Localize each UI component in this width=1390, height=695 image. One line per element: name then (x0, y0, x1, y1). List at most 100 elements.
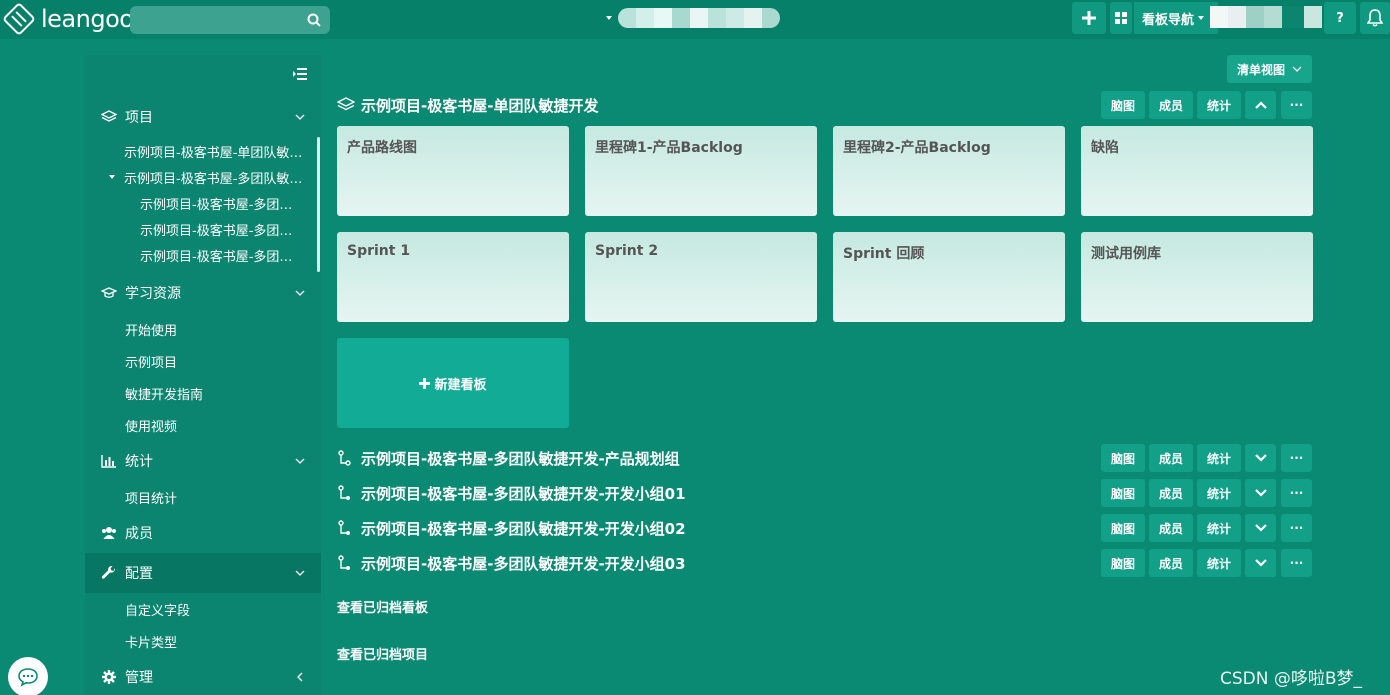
mindmap-button[interactable]: 脑图 (1101, 479, 1145, 507)
blurred-username (618, 8, 780, 28)
expand-button[interactable] (1245, 444, 1276, 472)
chevron-down-icon (1254, 559, 1267, 567)
more-button[interactable]: ··· (1281, 479, 1312, 507)
logo[interactable]: leangoo (2, 2, 134, 36)
stats-button[interactable]: 统计 (1197, 479, 1241, 507)
mindmap-button[interactable]: 脑图 (1101, 514, 1145, 542)
board-card[interactable]: Sprint 回顾 (833, 232, 1065, 322)
members-button[interactable]: 成员 (1149, 444, 1193, 472)
chevron-down-icon (1254, 489, 1267, 497)
mindmap-button[interactable]: 脑图 (1101, 549, 1145, 577)
collapse-button[interactable] (1245, 91, 1276, 119)
chevron-down-icon (295, 290, 305, 296)
expand-button[interactable] (1245, 549, 1276, 577)
more-button[interactable]: ··· (1281, 514, 1312, 542)
expand-button[interactable] (1245, 479, 1276, 507)
gear-icon (101, 669, 117, 685)
sidebar-learning-item[interactable]: 敏捷开发指南 (125, 384, 203, 403)
sidebar-section-label: 管理 (125, 670, 153, 686)
sub-project-title[interactable]: 示例项目-极客书屋-多团队敏捷开发-开发小组01 (337, 482, 686, 504)
board-card[interactable]: Sprint 2 (585, 232, 817, 322)
mindmap-button[interactable]: 脑图 (1101, 444, 1145, 472)
sidebar-section-projects[interactable]: 项目 (85, 99, 321, 135)
sidebar-learning-item[interactable]: 使用视频 (125, 416, 177, 435)
project-title-text: 示例项目-极客书屋-单团队敏捷开发 (361, 96, 599, 115)
sidebar-section-learning[interactable]: 学习资源 (85, 275, 321, 311)
list-view-button[interactable]: 清单视图 (1227, 55, 1312, 83)
mindmap-button[interactable]: 脑图 (1101, 91, 1145, 119)
board-card[interactable]: 里程碑1-产品Backlog (585, 126, 817, 216)
chevron-down-icon (1254, 524, 1267, 532)
logo-text: leangoo (41, 5, 134, 33)
sidebar-section-label: 项目 (125, 110, 153, 126)
sidebar-project-item[interactable]: 示例项目-极客书屋-多团队敏捷开发 (124, 168, 304, 187)
more-button[interactable]: ··· (1281, 91, 1312, 119)
board-card[interactable]: 产品路线图 (337, 126, 569, 216)
notifications-button[interactable] (1360, 2, 1390, 34)
sidebar-stats-item[interactable]: 项目统计 (125, 488, 177, 507)
members-button[interactable]: 成员 (1149, 549, 1193, 577)
sidebar-section-manage[interactable]: 管理 (85, 659, 321, 695)
sidebar-project-item[interactable]: 示例项目-极客书屋-多团队敏捷开发-产品规划组 (140, 194, 304, 213)
menu-collapse-icon[interactable] (293, 68, 307, 80)
sidebar-config-item[interactable]: 卡片类型 (125, 632, 177, 651)
chevron-down-icon (1254, 454, 1267, 462)
wrench-icon (101, 565, 117, 581)
branch-icon (337, 484, 355, 502)
chat-button[interactable] (8, 657, 48, 695)
branch-icon (337, 554, 355, 572)
board-card[interactable]: 测试用例库 (1081, 232, 1313, 322)
archived-boards-link[interactable]: 查看已归档看板 (337, 597, 428, 616)
new-board-button[interactable]: 新建看板 (337, 338, 569, 428)
sidebar-learning-item[interactable]: 开始使用 (125, 320, 177, 339)
search-input[interactable] (130, 6, 330, 34)
chat-icon (18, 668, 38, 687)
sub-project-title[interactable]: 示例项目-极客书屋-多团队敏捷开发-开发小组03 (337, 552, 686, 574)
branch-icon (337, 449, 355, 467)
caret-down-icon[interactable] (109, 175, 115, 179)
sidebar-section-config[interactable]: 配置 (85, 553, 321, 593)
sidebar-section-members[interactable]: 成员 (85, 515, 321, 551)
sidebar-section-stats[interactable]: 统计 (85, 443, 321, 479)
sidebar-scrollbar[interactable] (317, 137, 320, 272)
more-button[interactable]: ··· (1281, 444, 1312, 472)
sub-project-title[interactable]: 示例项目-极客书屋-多团队敏捷开发-产品规划组 (337, 447, 680, 469)
project-title[interactable]: 示例项目-极客书屋-单团队敏捷开发 (337, 94, 598, 116)
stats-button[interactable]: 统计 (1197, 444, 1241, 472)
board-card[interactable]: 缺陷 (1081, 126, 1313, 216)
sidebar-project-item[interactable]: 示例项目-极客书屋-多团队敏捷开发-开发小组02 (140, 246, 304, 265)
stats-button[interactable]: 统计 (1197, 91, 1241, 119)
project-switcher[interactable] (606, 8, 780, 28)
bell-icon (1367, 9, 1383, 27)
chevron-down-icon (295, 570, 305, 576)
more-button[interactable]: ··· (1281, 549, 1312, 577)
logo-icon (2, 2, 36, 36)
expand-button[interactable] (1245, 514, 1276, 542)
sub-project-title[interactable]: 示例项目-极客书屋-多团队敏捷开发-开发小组02 (337, 517, 686, 539)
members-button[interactable]: 成员 (1149, 514, 1193, 542)
sidebar-learning-item[interactable]: 示例项目 (125, 352, 177, 371)
help-button[interactable]: ? (1324, 2, 1356, 34)
board-card[interactable]: 里程碑2-产品Backlog (833, 126, 1065, 216)
apps-button[interactable] (1110, 2, 1132, 34)
members-button[interactable]: 成员 (1149, 91, 1193, 119)
sidebar-section-label: 成员 (125, 526, 153, 542)
plus-icon (1082, 11, 1096, 25)
chevron-up-icon (1254, 101, 1267, 109)
members-button[interactable]: 成员 (1149, 479, 1193, 507)
caret-down-icon (606, 16, 612, 20)
board-card[interactable]: Sprint 1 (337, 232, 569, 322)
sidebar-project-item[interactable]: 示例项目-极客书屋-单团队敏捷开发 (124, 142, 304, 161)
archived-projects-link[interactable]: 查看已归档项目 (337, 644, 428, 663)
top-bar: leangoo 看板导航 ? (0, 0, 1390, 39)
stats-button[interactable]: 统计 (1197, 514, 1241, 542)
bar-chart-icon (101, 453, 117, 469)
board-nav-dropdown[interactable]: 看板导航 (1134, 2, 1218, 34)
new-board-label: 新建看板 (434, 377, 487, 393)
sidebar-project-item[interactable]: 示例项目-极客书屋-多团队敏捷开发-开发小组01 (140, 220, 304, 239)
stats-button[interactable]: 统计 (1197, 549, 1241, 577)
search-icon[interactable] (307, 13, 321, 27)
add-button[interactable] (1072, 2, 1106, 34)
avatar[interactable] (1210, 6, 1322, 28)
sidebar-config-item[interactable]: 自定义字段 (125, 600, 190, 619)
